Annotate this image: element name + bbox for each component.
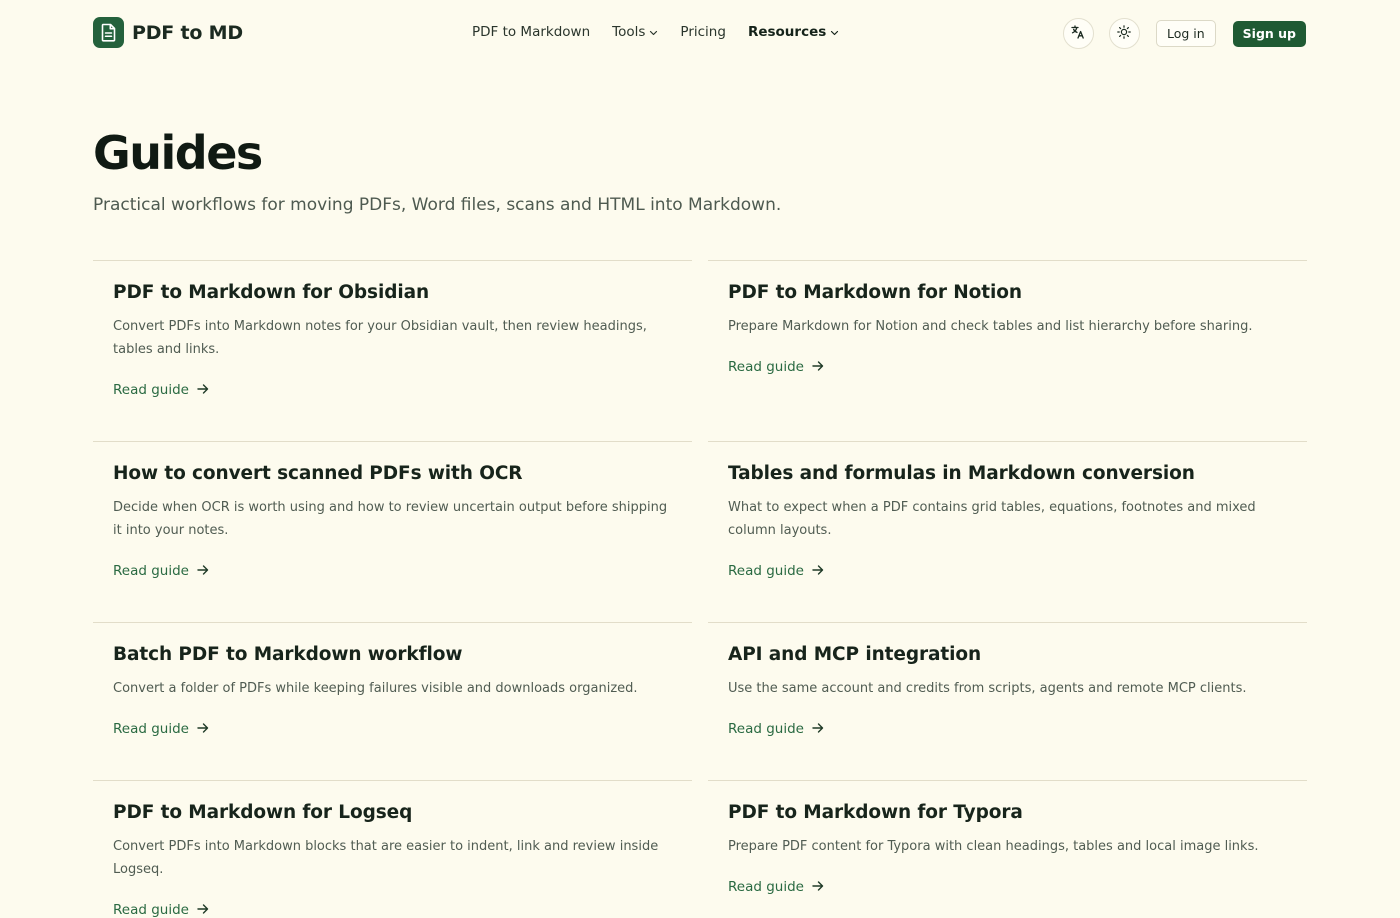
guide-card-logseq: PDF to Markdown for Logseq Convert PDFs … [93,780,692,918]
guide-title[interactable]: How to convert scanned PDFs with OCR [113,463,672,484]
read-guide-label: Read guide [728,563,804,579]
nav-item-pricing[interactable]: Pricing [680,24,726,40]
guide-description: Convert PDFs into Markdown notes for you… [113,319,647,357]
arrow-right-icon [197,382,209,398]
guide-title[interactable]: Batch PDF to Markdown workflow [113,644,672,665]
signup-button[interactable]: Sign up [1232,20,1306,47]
read-guide-link[interactable]: Read guide [113,382,209,398]
nav-label: PDF to Markdown [472,24,591,40]
guide-card-typora: PDF to Markdown for Typora Prepare PDF c… [708,780,1307,900]
guide-description: Use the same account and credits from sc… [728,681,1247,696]
nav-label: Pricing [680,24,726,40]
document-icon [93,17,124,48]
read-guide-label: Read guide [728,879,804,895]
arrow-right-icon [197,902,209,918]
guide-card-batch: Batch PDF to Markdown workflow Convert a… [93,622,692,780]
nav-item-tools[interactable]: Tools [612,24,658,40]
read-guide-link[interactable]: Read guide [728,563,824,579]
nav-label: Tools [612,24,646,40]
arrow-right-icon [812,879,824,895]
read-guide-label: Read guide [113,563,189,579]
chevron-down-icon [830,24,839,40]
translate-icon [1071,24,1085,43]
nav-item-pdf-to-markdown[interactable]: PDF to Markdown [472,24,590,40]
site-header: PDF to MD PDF to Markdown Tools Pricing … [0,0,1400,66]
read-guide-link[interactable]: Read guide [728,721,824,737]
read-guide-link[interactable]: Read guide [113,563,209,579]
guide-title[interactable]: PDF to Markdown for Obsidian [113,282,672,303]
guide-card-api-mcp: API and MCP integration Use the same acc… [708,622,1307,780]
read-guide-link[interactable]: Read guide [113,902,209,918]
guide-title[interactable]: Tables and formulas in Markdown conversi… [728,463,1287,484]
theme-toggle-button[interactable] [1108,18,1140,49]
nav-item-resources[interactable]: Resources [748,24,839,40]
arrow-right-icon [812,563,824,579]
guide-title[interactable]: API and MCP integration [728,644,1287,665]
sun-icon [1117,24,1132,43]
guide-title[interactable]: PDF to Markdown for Logseq [113,802,672,823]
read-guide-link[interactable]: Read guide [728,359,824,375]
guide-description: What to expect when a PDF contains grid … [728,500,1256,538]
guide-description: Decide when OCR is worth using and how t… [113,500,668,538]
read-guide-link[interactable]: Read guide [113,721,209,737]
guides-grid: PDF to Markdown for Obsidian Convert PDF… [93,260,1307,918]
guide-title[interactable]: PDF to Markdown for Notion [728,282,1287,303]
read-guide-label: Read guide [113,902,189,918]
brand-home-link[interactable]: PDF to MD [93,17,243,48]
guide-title[interactable]: PDF to Markdown for Typora [728,802,1287,823]
read-guide-label: Read guide [113,721,189,737]
guide-description: Convert a folder of PDFs while keeping f… [113,681,638,696]
guide-card-notion: PDF to Markdown for Notion Prepare Markd… [708,260,1307,441]
brand-name: PDF to MD [132,21,243,44]
guide-description: Prepare Markdown for Notion and check ta… [728,319,1253,334]
arrow-right-icon [812,721,824,737]
guide-card-tables-formulas: Tables and formulas in Markdown conversi… [708,441,1307,622]
arrow-right-icon [812,359,824,375]
header-actions: Log in Sign up [1062,18,1306,49]
read-guide-link[interactable]: Read guide [728,879,824,895]
chevron-down-icon [649,24,658,40]
read-guide-label: Read guide [728,359,804,375]
page-subtitle: Practical workflows for moving PDFs, Wor… [93,195,782,215]
read-guide-label: Read guide [728,721,804,737]
arrow-right-icon [197,721,209,737]
nav-label: Resources [747,24,827,40]
guide-card-obsidian: PDF to Markdown for Obsidian Convert PDF… [93,260,692,441]
guide-card-ocr: How to convert scanned PDFs with OCR Dec… [93,441,692,622]
read-guide-label: Read guide [113,382,189,398]
guide-description: Prepare PDF content for Typora with clea… [728,839,1259,854]
language-button[interactable] [1062,18,1094,49]
page-title: Guides [93,126,263,180]
guide-description: Convert PDFs into Markdown blocks that a… [113,839,659,877]
arrow-right-icon [197,563,209,579]
login-button[interactable]: Log in [1155,20,1216,47]
main-nav: PDF to Markdown Tools Pricing Resources [472,24,861,40]
